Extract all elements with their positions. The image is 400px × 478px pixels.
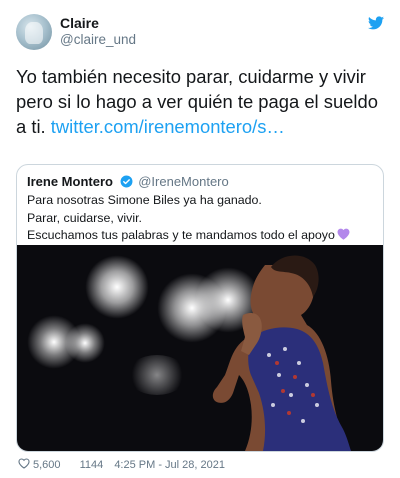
avatar[interactable] <box>16 14 52 50</box>
quoted-text: Para nosotras Simone Biles ya ha ganado.… <box>27 192 373 245</box>
quoted-author-name[interactable]: Irene Montero <box>27 174 113 189</box>
tweet-header: Claire @claire_und <box>16 14 384 54</box>
quoted-tweet[interactable]: Irene Montero @IreneMontero Para nosotra… <box>16 164 384 452</box>
gymnast-photo[interactable] <box>17 245 383 451</box>
quoted-line: Parar, cuidarse, vivir. <box>27 210 142 225</box>
quoted-line: Para nosotras Simone Biles ya ha ganado. <box>27 193 262 207</box>
quoted-author-handle[interactable]: @IreneMontero <box>138 174 229 189</box>
likes-count: 5,600 <box>33 459 61 471</box>
heart-outline-icon <box>18 458 30 469</box>
timestamp[interactable]: 4:25 PM - Jul 28, 2021 <box>114 459 225 471</box>
purple-heart-icon <box>337 228 350 240</box>
quoted-line-text: Escuchamos tus palabras y te mandamos to… <box>27 228 335 242</box>
author-name[interactable]: Claire <box>60 15 99 31</box>
likes[interactable]: 5,600 <box>18 458 69 471</box>
verified-badge-icon <box>120 175 133 188</box>
retweets-count[interactable]: 1144 <box>80 459 104 471</box>
twitter-bird-icon[interactable] <box>368 16 384 30</box>
tweet-text: Yo también necesito parar, cuidarme y vi… <box>16 64 388 139</box>
author-handle[interactable]: @claire_und <box>60 32 136 47</box>
quoted-line-with-emoji: Escuchamos tus palabras y te mandamos to… <box>27 227 373 245</box>
tweet-link[interactable]: twitter.com/irenemontero/s… <box>51 116 285 137</box>
gymnast-figure <box>212 255 351 451</box>
quoted-header: Irene Montero @IreneMontero <box>27 174 229 189</box>
tweet-footer: 5,600 1144 4:25 PM - Jul 28, 2021 <box>18 458 233 471</box>
